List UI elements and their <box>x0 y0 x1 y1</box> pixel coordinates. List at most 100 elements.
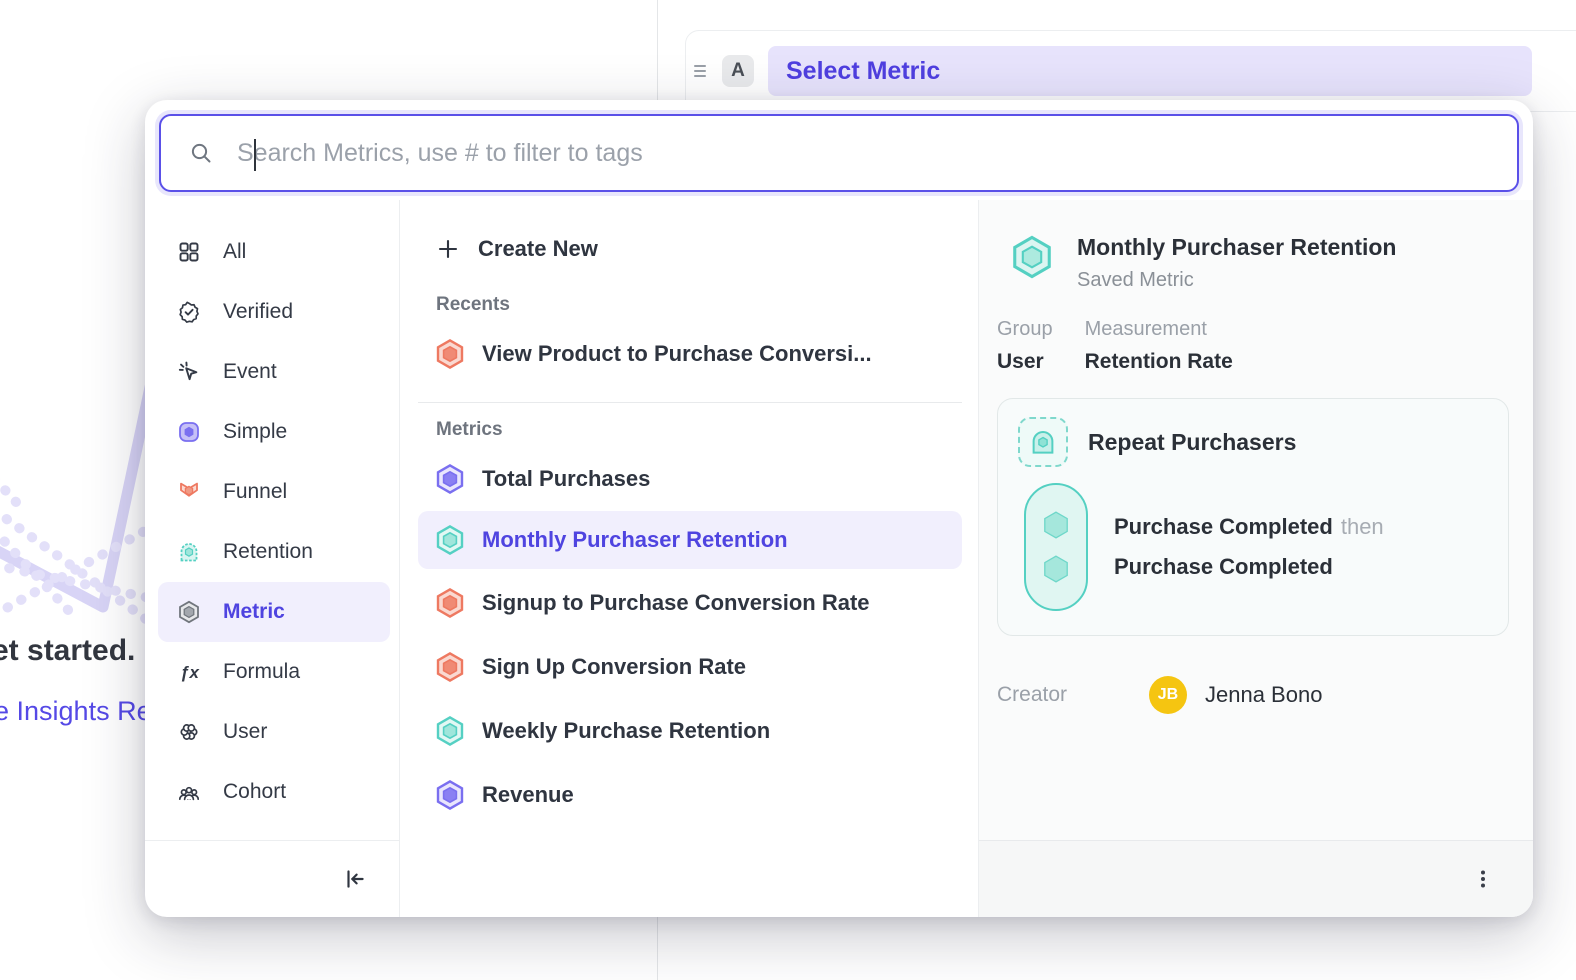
metric-item-sign-up-conversion-rate[interactable]: Sign Up Conversion Rate <box>400 635 978 699</box>
search-input[interactable] <box>237 139 1497 168</box>
sidebar-item-label: Formula <box>223 660 300 684</box>
insights-report-link-partial[interactable]: e Insights Re <box>0 696 152 727</box>
verified-badge-icon <box>177 300 201 324</box>
plus-icon <box>436 237 460 261</box>
retention-arch-icon <box>1028 427 1058 457</box>
search-box[interactable] <box>159 114 1519 192</box>
metric-hexagon-icon-salmon <box>434 338 466 370</box>
sidebar-item-label: Verified <box>223 300 293 324</box>
create-new-label: Create New <box>478 236 598 262</box>
metric-item-revenue[interactable]: Revenue <box>400 763 978 827</box>
sidebar-item-verified[interactable]: Verified <box>145 282 399 342</box>
text-cursor <box>254 139 256 171</box>
sidebar-item-funnel[interactable]: Funnel <box>145 462 399 522</box>
sequence-connector: then <box>1341 514 1384 539</box>
collapse-left-icon <box>342 866 368 892</box>
search-icon <box>189 141 213 165</box>
metric-list-panel: Create New Recents View Product to Purch… <box>400 200 978 917</box>
property-measurement: Measurement Retention Rate <box>1085 318 1233 374</box>
metric-item-total-purchases[interactable]: Total Purchases <box>400 447 978 511</box>
sequence-step: Purchase Completed <box>1114 547 1384 587</box>
metric-picker-modal: All Verified Event <box>145 100 1533 917</box>
create-new-button[interactable]: Create New <box>400 220 978 278</box>
cursor-click-icon <box>177 360 201 384</box>
metric-item-weekly-purchase-retention[interactable]: Weekly Purchase Retention <box>400 699 978 763</box>
sidebar-item-all[interactable]: All <box>145 222 399 282</box>
select-metric-pill[interactable]: Select Metric <box>768 46 1532 96</box>
filter-sidebar: All Verified Event <box>145 200 400 917</box>
definition-name: Repeat Purchasers <box>1088 429 1296 456</box>
definition-card: Repeat Purchasers <box>997 398 1509 636</box>
metric-detail-panel: Monthly Purchaser Retention Saved Metric… <box>978 200 1533 917</box>
metric-item-monthly-purchaser-retention[interactable]: Monthly Purchaser Retention <box>418 511 962 569</box>
kebab-menu-icon <box>1471 867 1495 891</box>
step-hexagon-icon <box>1040 553 1072 585</box>
cohort-people-icon <box>177 780 201 804</box>
metric-hexagon-icon <box>177 600 201 624</box>
list-divider <box>418 402 962 403</box>
creator-row: Creator JB Jenna Bono <box>997 676 1509 714</box>
clause-letter-badge[interactable]: A <box>722 55 754 87</box>
sequence-capsule <box>1024 483 1088 611</box>
metric-item-label: Signup to Purchase Conversion Rate <box>482 590 870 616</box>
page-heading-partial: et started. <box>0 634 135 668</box>
property-value: User <box>997 350 1053 374</box>
collapse-sidebar-button[interactable] <box>337 861 373 897</box>
creator-avatar: JB <box>1149 676 1187 714</box>
formula-glyph: ƒx <box>180 663 200 682</box>
sequence-step: Purchase Completed <box>1114 514 1333 539</box>
creator-name: Jenna Bono <box>1205 682 1322 708</box>
drag-handle-icon[interactable] <box>694 60 716 82</box>
user-cluster-icon <box>177 720 201 744</box>
formula-icon: ƒx <box>177 660 201 684</box>
grid-icon <box>177 240 201 264</box>
sidebar-item-label: Cohort <box>223 780 286 804</box>
metric-item-label: Revenue <box>482 782 574 808</box>
property-label: Group <box>997 318 1053 341</box>
metric-item-label: Weekly Purchase Retention <box>482 718 770 744</box>
metric-hexagon-icon-teal <box>434 715 466 747</box>
sidebar-item-user[interactable]: User <box>145 702 399 762</box>
sidebar-item-label: Simple <box>223 420 287 444</box>
retention-definition-icon-box <box>1018 417 1068 467</box>
sidebar-footer <box>145 840 399 917</box>
property-label: Measurement <box>1085 318 1233 341</box>
more-options-button[interactable] <box>1465 861 1501 897</box>
property-group: Group User <box>997 318 1053 374</box>
sidebar-item-label: All <box>223 240 246 264</box>
metrics-heading: Metrics <box>436 419 978 441</box>
metric-item-label: Sign Up Conversion Rate <box>482 654 746 680</box>
sidebar-item-label: Metric <box>223 600 285 624</box>
step-hexagon-icon <box>1040 509 1072 541</box>
sidebar-item-label: User <box>223 720 267 744</box>
saved-metric-hexagon-icon <box>1009 234 1055 280</box>
retention-arch-icon <box>177 540 201 564</box>
recents-heading: Recents <box>436 294 978 316</box>
metric-item-label: View Product to Purchase Conversi... <box>482 341 872 367</box>
metric-hexagon-icon-salmon <box>434 651 466 683</box>
sidebar-item-formula[interactable]: ƒx Formula <box>145 642 399 702</box>
recent-metric-item[interactable]: View Product to Purchase Conversi... <box>400 322 978 386</box>
metric-hexagon-icon-purple <box>434 779 466 811</box>
funnel-icon <box>177 480 201 504</box>
simple-metric-icon <box>177 420 201 444</box>
creator-label: Creator <box>997 683 1149 707</box>
sidebar-item-label: Event <box>223 360 277 384</box>
sidebar-item-cohort[interactable]: Cohort <box>145 762 399 822</box>
metric-item-label: Monthly Purchaser Retention <box>482 527 788 553</box>
property-value: Retention Rate <box>1085 350 1233 374</box>
sidebar-item-metric[interactable]: Metric <box>158 582 390 642</box>
metric-item-signup-to-purchase-conversion-rate[interactable]: Signup to Purchase Conversion Rate <box>400 571 978 635</box>
sidebar-item-label: Retention <box>223 540 313 564</box>
sidebar-item-retention[interactable]: Retention <box>145 522 399 582</box>
sidebar-item-label: Funnel <box>223 480 287 504</box>
detail-footer <box>979 840 1533 917</box>
detail-subtitle: Saved Metric <box>1077 269 1396 292</box>
metric-item-label: Total Purchases <box>482 466 650 492</box>
metric-hexagon-icon-salmon <box>434 587 466 619</box>
sidebar-item-event[interactable]: Event <box>145 342 399 402</box>
metric-hexagon-icon-purple <box>434 463 466 495</box>
metric-hexagon-icon-teal <box>434 524 466 556</box>
detail-title: Monthly Purchaser Retention <box>1077 234 1396 261</box>
sidebar-item-simple[interactable]: Simple <box>145 402 399 462</box>
